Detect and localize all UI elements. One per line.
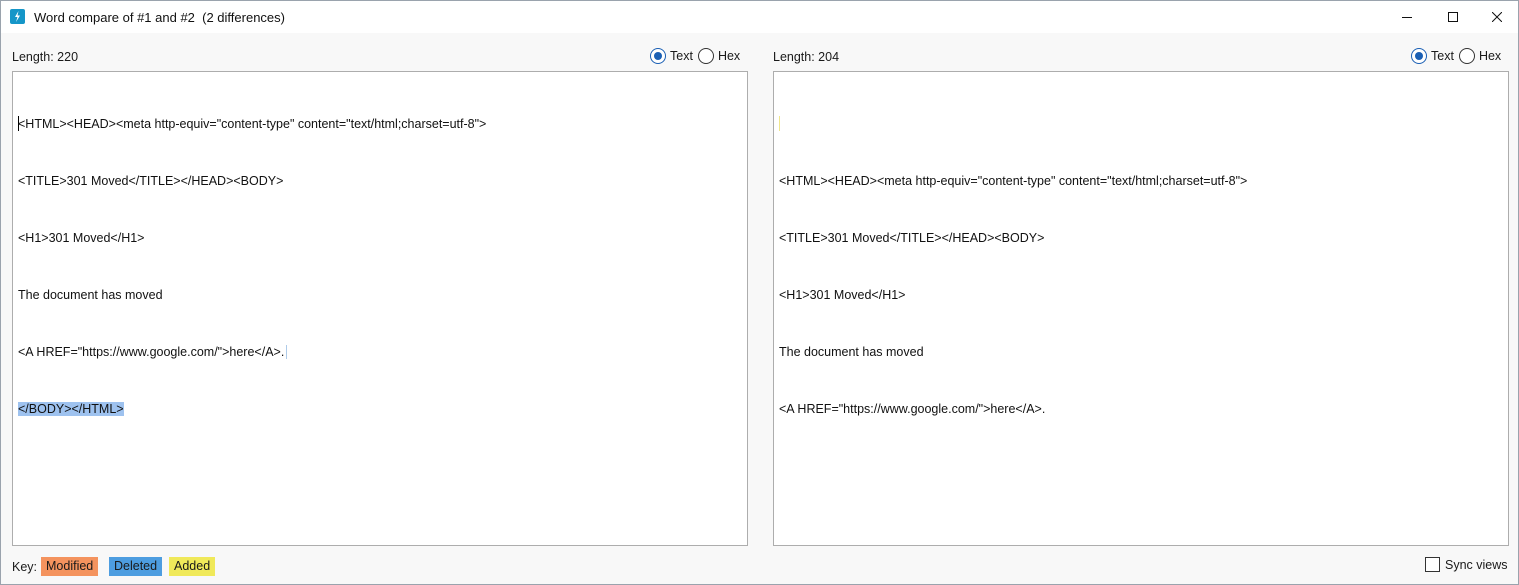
- app-lightning-icon: [10, 9, 25, 24]
- right-view-mode: Text Hex: [1411, 48, 1506, 64]
- minimize-button[interactable]: [1384, 1, 1430, 33]
- left-line: <A HREF="https://www.google.com/">here</…: [18, 343, 742, 362]
- deleted-newline-marker: [286, 345, 288, 359]
- sync-views-control[interactable]: Sync views: [1425, 557, 1508, 572]
- right-text-radio[interactable]: [1411, 48, 1427, 64]
- sync-views-checkbox[interactable]: [1425, 557, 1440, 572]
- right-line: The document has moved: [779, 345, 924, 359]
- left-text-pane[interactable]: <HTML><HEAD><meta http-equiv="content-ty…: [12, 71, 748, 546]
- window-title: Word compare of #1 and #2 (2 differences…: [34, 10, 285, 25]
- left-line-deleted: </BODY></HTML>: [18, 400, 742, 419]
- key-added-chip: Added: [169, 557, 216, 576]
- maximize-button[interactable]: [1430, 1, 1476, 33]
- right-line: <A HREF="https://www.google.com/">here</…: [779, 402, 1046, 416]
- left-hex-radio-label[interactable]: Hex: [718, 49, 740, 63]
- key-label: Key:: [12, 560, 38, 574]
- minimize-icon: [1402, 17, 1412, 18]
- maximize-icon: [1448, 12, 1458, 22]
- left-text-radio[interactable]: [650, 48, 666, 64]
- sync-views-label[interactable]: Sync views: [1445, 558, 1508, 572]
- right-line: <TITLE>301 Moved</TITLE></HEAD><BODY>: [779, 231, 1045, 245]
- compare-window: Word compare of #1 and #2 (2 differences…: [0, 0, 1519, 585]
- right-hex-radio[interactable]: [1458, 48, 1475, 64]
- close-icon: [1492, 12, 1502, 22]
- left-line: <HTML><HEAD><meta http-equiv="content-ty…: [18, 116, 487, 131]
- right-text-content[interactable]: <HTML><HEAD><meta http-equiv="content-ty…: [779, 77, 1503, 457]
- title-bar[interactable]: Word compare of #1 and #2 (2 differences…: [1, 1, 1518, 33]
- left-line: The document has moved: [18, 288, 163, 302]
- right-text-pane[interactable]: <HTML><HEAD><meta http-equiv="content-ty…: [773, 71, 1509, 546]
- right-text-radio-label[interactable]: Text: [1431, 49, 1454, 63]
- left-text-content[interactable]: <HTML><HEAD><meta http-equiv="content-ty…: [18, 77, 742, 457]
- added-marker: [779, 116, 780, 131]
- left-line: <TITLE>301 Moved</TITLE></HEAD><BODY>: [18, 174, 284, 188]
- right-line: <H1>301 Moved</H1>: [779, 288, 906, 302]
- left-view-mode: Text Hex: [650, 48, 745, 64]
- right-length-label: Length: 204: [773, 50, 840, 64]
- left-text-radio-label[interactable]: Text: [670, 49, 693, 63]
- left-line: <H1>301 Moved</H1>: [18, 231, 145, 245]
- deleted-highlight: </BODY></HTML>: [18, 402, 124, 416]
- right-line-added: [779, 115, 1503, 134]
- right-line: <HTML><HEAD><meta http-equiv="content-ty…: [779, 174, 1248, 188]
- key-deleted-chip: Deleted: [109, 557, 163, 576]
- left-length-label: Length: 220: [12, 50, 79, 64]
- left-hex-radio[interactable]: [697, 48, 714, 64]
- right-hex-radio-label[interactable]: Hex: [1479, 49, 1501, 63]
- close-button[interactable]: [1474, 1, 1519, 33]
- key-modified-chip: Modified: [41, 557, 99, 576]
